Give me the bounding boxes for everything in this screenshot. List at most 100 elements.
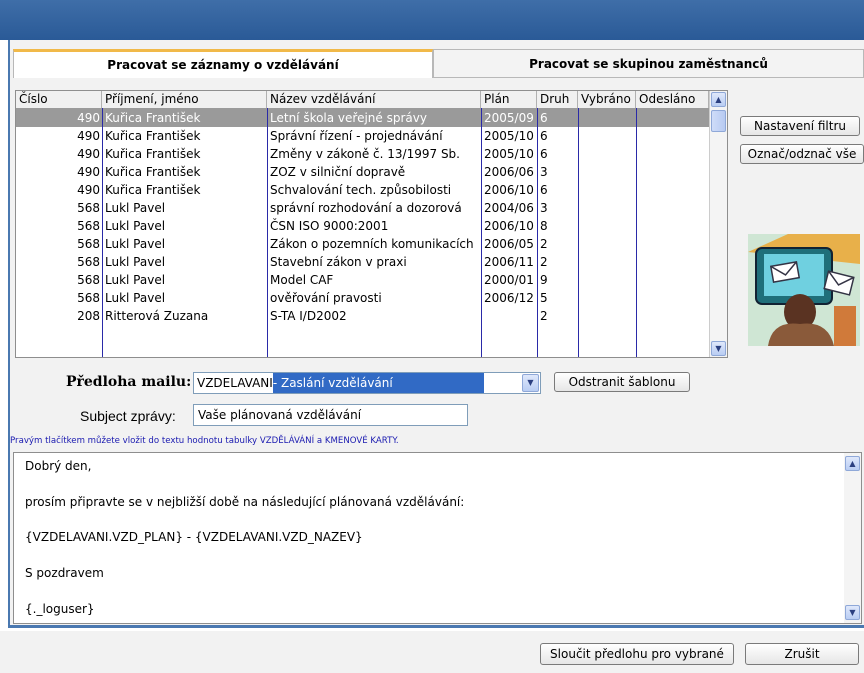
cell-training: Stavební zákon v praxi — [270, 255, 407, 269]
column-divider — [481, 108, 482, 357]
filter-settings-button[interactable]: Nastavení filtru — [740, 116, 860, 136]
cell-number: 490 — [77, 183, 100, 197]
subject-input[interactable]: Vaše plánovaná vzdělávání — [193, 404, 468, 426]
cell-name: Kuřica František — [105, 147, 201, 161]
template-select[interactable]: VZDELAVANI - Zaslání vzdělávání ▼ — [193, 372, 541, 394]
cell-name: Kuřica František — [105, 183, 201, 197]
cell-sent — [636, 181, 709, 199]
hint-text: Pravým tlačítkem můžete vložit do textu … — [10, 436, 399, 446]
cell-plan: 2004/06 — [484, 201, 534, 215]
template-label: Předloha mailu: — [66, 374, 192, 390]
cell-sent — [636, 289, 709, 307]
cell-training: ZOZ v silniční dopravě — [270, 165, 406, 179]
cell-number: 490 — [77, 129, 100, 143]
column-header-name[interactable]: Příjmení, jméno — [102, 91, 267, 108]
cell-type: 6 — [540, 111, 548, 125]
table-row[interactable]: 490 Kuřica František Změny v zákoně č. 13/… — [16, 145, 709, 163]
scroll-thumb[interactable] — [711, 110, 726, 132]
remove-template-button[interactable]: Odstranit šablonu — [554, 372, 690, 392]
cell-number: 568 — [77, 219, 100, 233]
scroll-down-icon[interactable]: ▼ — [711, 341, 726, 356]
tab-records[interactable]: Pracovat se záznamy o vzdělávání — [13, 49, 433, 78]
cell-number: 568 — [77, 201, 100, 215]
column-divider — [636, 108, 637, 357]
cell-type: 6 — [540, 147, 548, 161]
scroll-up-icon[interactable]: ▲ — [845, 456, 860, 471]
column-header-training[interactable]: Název vzdělávání — [267, 91, 481, 108]
table-row[interactable]: 490 Kuřica František Schvalování tech. způ… — [16, 181, 709, 199]
grid-header: Číslo Příjmení, jméno Název vzdělávání P… — [16, 91, 727, 109]
cell-plan: 2006/05 — [484, 237, 534, 251]
cell-type: 8 — [540, 219, 548, 233]
merge-template-button[interactable]: Sloučit předlohu pro vybrané — [540, 643, 734, 665]
cell-type: 9 — [540, 273, 548, 287]
cell-sent — [636, 163, 709, 181]
cell-training: Zákon o pozemních komunikacích — [270, 237, 474, 251]
training-records-grid[interactable]: Číslo Příjmení, jméno Název vzdělávání P… — [15, 90, 728, 358]
cell-sent — [636, 109, 709, 127]
cell-number: 490 — [77, 111, 100, 125]
table-row[interactable]: 568 Lukl Pavel ověřování pravosti 2006/12 5 — [16, 289, 709, 307]
cell-training: Letní škola veřejné správy — [270, 111, 427, 125]
cell-plan: 2006/11 — [484, 255, 534, 269]
table-row[interactable]: 490 Kuřica František Letní škola veřejné s… — [16, 109, 709, 127]
cell-type: 3 — [540, 165, 548, 179]
template-name: - Zaslání vzdělávání — [272, 373, 484, 393]
cell-training: Správní řízení - projednávání — [270, 129, 443, 143]
window-titlebar — [0, 0, 864, 40]
cell-sent — [636, 307, 709, 325]
table-row[interactable]: 568 Lukl Pavel Model CAF 2000/01 9 — [16, 271, 709, 289]
cell-selected — [578, 127, 636, 145]
cell-number: 568 — [77, 273, 100, 287]
tab-employee-group[interactable]: Pracovat se skupinou zaměstnanců — [433, 49, 864, 78]
column-header-type[interactable]: Druh — [537, 91, 578, 108]
table-row[interactable]: 568 Lukl Pavel Zákon o pozemních komunikac… — [16, 235, 709, 253]
email-user-illustration — [748, 234, 860, 346]
cell-sent — [636, 253, 709, 271]
tab-records-label: Pracovat se záznamy o vzdělávání — [107, 58, 339, 72]
cell-selected — [578, 289, 636, 307]
cell-number: 568 — [77, 237, 100, 251]
cell-number: 568 — [77, 255, 100, 269]
cell-name: Lukl Pavel — [105, 291, 166, 305]
grid-scrollbar[interactable]: ▲ ▼ — [709, 91, 727, 357]
cell-training: Změny v zákoně č. 13/1997 Sb. — [270, 147, 460, 161]
column-divider — [537, 108, 538, 357]
chevron-down-icon[interactable]: ▼ — [522, 374, 539, 392]
cell-selected — [578, 271, 636, 289]
cell-name: Kuřica František — [105, 129, 201, 143]
email-body-editor[interactable]: Dobrý den, prosím připravte se v nejbliž… — [13, 452, 862, 624]
cell-number: 208 — [77, 309, 100, 323]
dialog-footer: Sloučit předlohu pro vybrané Zrušit — [0, 631, 864, 673]
table-row[interactable]: 568 Lukl Pavel správní rozhodování a dozor… — [16, 199, 709, 217]
column-header-selected[interactable]: Vybráno — [578, 91, 636, 108]
cell-sent — [636, 199, 709, 217]
cell-number: 490 — [77, 165, 100, 179]
cell-type: 6 — [540, 183, 548, 197]
cell-name: Ritterová Zuzana — [105, 309, 209, 323]
scroll-down-icon[interactable]: ▼ — [845, 605, 860, 620]
table-row[interactable]: 490 Kuřica František Správní řízení - proj… — [16, 127, 709, 145]
column-header-sent[interactable]: Odesláno — [636, 91, 709, 108]
cell-selected — [578, 217, 636, 235]
body-line: Dobrý den, — [25, 459, 92, 473]
toggle-all-button[interactable]: Označ/odznač vše — [740, 144, 864, 164]
cancel-button[interactable]: Zrušit — [745, 643, 859, 665]
cell-name: Lukl Pavel — [105, 201, 166, 215]
cell-selected — [578, 235, 636, 253]
table-row[interactable]: 208 Ritterová Zuzana S-TA I/D2002 2 — [16, 307, 709, 325]
column-header-number[interactable]: Číslo — [16, 91, 102, 108]
editor-scrollbar[interactable]: ▲ ▼ — [844, 453, 861, 623]
cell-sent — [636, 235, 709, 253]
cell-plan: 2000/01 — [484, 273, 534, 287]
table-row[interactable]: 490 Kuřica František ZOZ v silniční doprav… — [16, 163, 709, 181]
template-code: VZDELAVANI — [197, 376, 273, 390]
cell-selected — [578, 307, 636, 325]
scroll-up-icon[interactable]: ▲ — [711, 92, 726, 107]
column-header-plan[interactable]: Plán — [481, 91, 537, 108]
table-row[interactable]: 568 Lukl Pavel Stavební zákon v praxi 2006/… — [16, 253, 709, 271]
cell-name: Lukl Pavel — [105, 219, 166, 233]
cell-plan: 2006/10 — [484, 183, 534, 197]
cell-plan: 2006/10 — [484, 219, 534, 233]
table-row[interactable]: 568 Lukl Pavel ČSN ISO 9000:2001 2006/10 8 — [16, 217, 709, 235]
